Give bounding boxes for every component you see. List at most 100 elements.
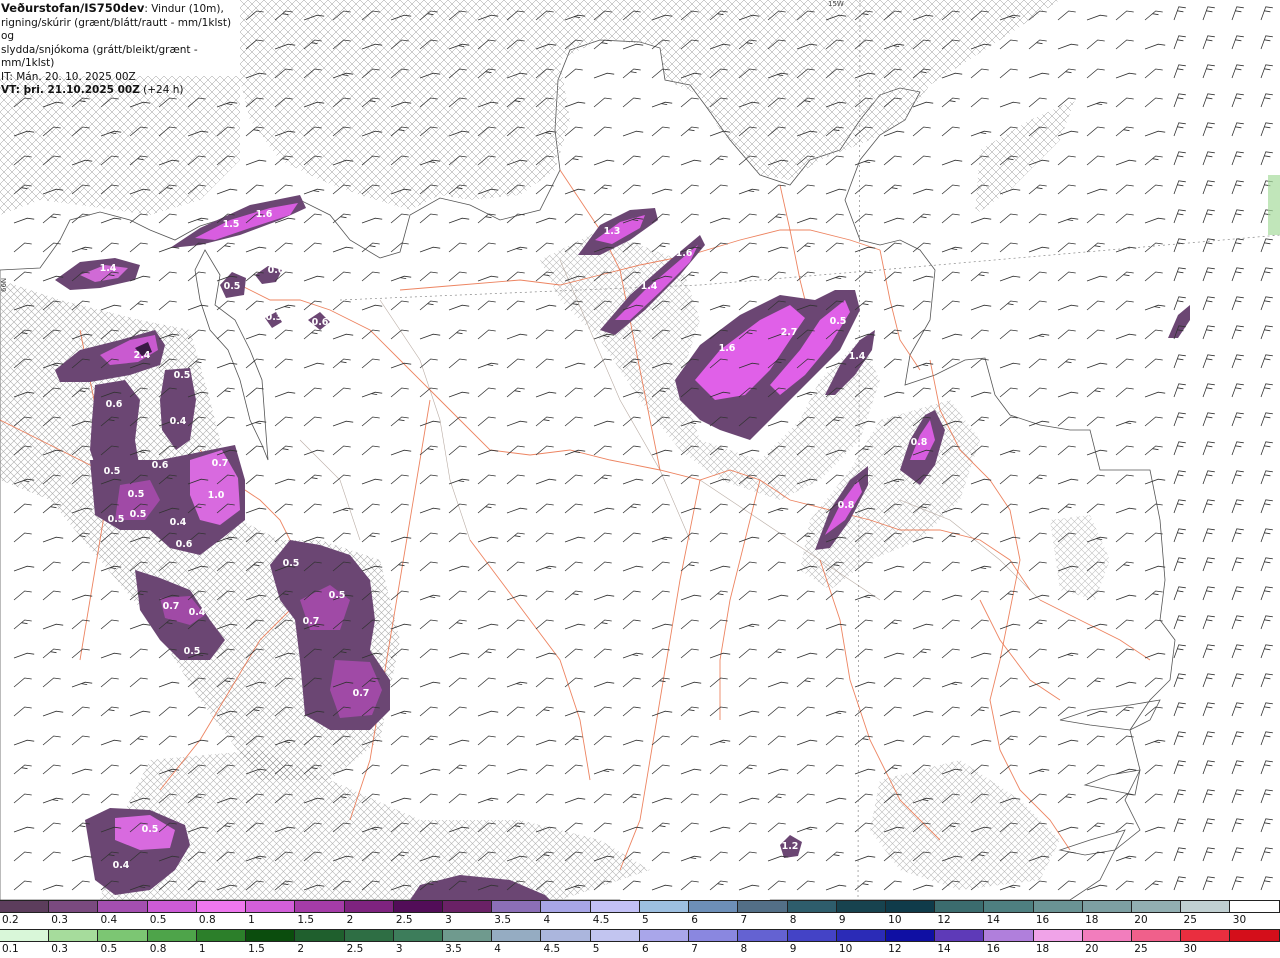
legend-label: 8 <box>740 943 748 955</box>
legend-swatch <box>147 930 197 941</box>
legend-label: 10 <box>888 914 902 926</box>
legend-swatch <box>1082 930 1133 941</box>
legend-swatch <box>984 930 1034 941</box>
legend-label: 6 <box>642 943 649 955</box>
precip-value: 0.4 <box>170 416 187 427</box>
legend-swatch <box>246 930 296 941</box>
legend-label: 4.5 <box>543 943 561 955</box>
legend-label: 2 <box>346 914 354 926</box>
legend-swatch <box>541 901 591 912</box>
legend-swatch <box>1132 930 1182 941</box>
legend-label: 20 <box>1134 914 1148 926</box>
precip-value: 0.5 <box>128 489 145 500</box>
precip-value: 0.7 <box>353 688 370 699</box>
precip-value: 0.5 <box>130 509 147 520</box>
legend-swatch <box>442 901 493 912</box>
map-title: Veðurstofan/IS750dev <box>1 1 145 15</box>
rain-legend-labels: 0.1 0.3 0.5 0.8 1 1.5 2 2.5 3 3.5 4 4.5 5 6 7 8 9 10 12 14 1… <box>0 943 1280 957</box>
legend-label: 1 <box>248 914 255 926</box>
rain-legend-swatches <box>0 929 1280 942</box>
legend-swatch <box>836 901 886 912</box>
precip-value: 0.3 <box>266 312 283 323</box>
legend-swatch <box>541 930 591 941</box>
legend-label: 1.5 <box>248 943 265 955</box>
legend-label: 4 <box>494 943 501 955</box>
legend-swatch <box>98 901 148 912</box>
legend-swatch <box>246 901 296 912</box>
map-title-suffix: : Vindur (10m), <box>144 3 224 15</box>
precip-value: 1.4 <box>641 281 658 292</box>
legend-label: 5 <box>642 914 649 926</box>
legend-label: 0.8 <box>149 943 167 955</box>
legend-label: 4 <box>543 914 551 926</box>
legend-swatch <box>689 901 739 912</box>
legend-label: 3 <box>445 914 452 926</box>
legend-swatch <box>295 930 345 941</box>
precip-value: 0.6 <box>106 399 123 410</box>
legend-swatch <box>738 930 788 941</box>
legend-label: 18 <box>1035 943 1050 955</box>
legend-label: 30 <box>1232 914 1247 926</box>
legend-swatch <box>1082 901 1133 912</box>
legend-swatch <box>984 901 1034 912</box>
precip-value: 0.4 <box>170 517 187 528</box>
legend-label: 8 <box>789 914 797 926</box>
legend-label: 7 <box>691 943 698 955</box>
precip-value: 0.4 <box>113 860 130 871</box>
legend-swatch <box>0 901 50 912</box>
legend-label: 0.4 <box>100 914 118 926</box>
legend-label: 16 <box>986 943 1000 955</box>
longitude-label: 15W <box>828 0 844 8</box>
legend-swatch <box>885 901 936 912</box>
legend-label: 10 <box>838 943 853 955</box>
snow-legend-labels: 0.2 0.3 0.4 0.5 0.8 1 1.5 2 2.5 3 3.5 4 4.5 5 6 7 8 9 10 12… <box>0 914 1280 928</box>
precip-value: 0.5 <box>174 370 191 381</box>
legend-swatch <box>1230 930 1280 941</box>
legend-swatch <box>344 901 394 912</box>
precip-value: 1.6 <box>256 209 273 220</box>
rain-area <box>1268 175 1280 235</box>
legend-label: 4.5 <box>592 914 610 926</box>
precip-value: 1.5 <box>223 219 240 230</box>
legend-swatch <box>49 901 99 912</box>
legend-swatch <box>393 901 443 912</box>
legend-label: 20 <box>1085 943 1099 955</box>
precip-value: 1.3 <box>604 226 621 237</box>
legend-label: 12 <box>937 914 951 926</box>
legend-label: 0.1 <box>2 943 19 955</box>
precip-value: 0.5 <box>104 466 121 477</box>
legend-label: 2.5 <box>346 943 364 955</box>
snow-legend: 0.2 0.3 0.4 0.5 0.8 1 1.5 2 2.5 3 3.5 4 4.5 5 6 7 8 9 10 12… <box>0 900 1280 929</box>
legend-swatch <box>1033 901 1083 912</box>
legend-swatch <box>1181 901 1231 912</box>
legend-swatch <box>295 901 345 912</box>
legend-label: 0.3 <box>51 943 68 955</box>
legend-label: 0.3 <box>51 914 68 926</box>
precip-value: 0.5 <box>184 646 201 657</box>
legend-swatch <box>1181 930 1231 941</box>
precip-value: 0.5 <box>108 514 125 525</box>
legend-swatch <box>639 901 690 912</box>
precip-value: 0.7 <box>303 616 320 627</box>
precip-value: 1.6 <box>719 343 736 354</box>
precip-value: 0.5 <box>283 558 300 569</box>
legend-swatch <box>590 901 640 912</box>
legend-swatch <box>492 930 542 941</box>
legend-swatch <box>787 901 837 912</box>
map-description-line-3: slydda/snjókoma (grátt/bleikt/grænt - mm… <box>1 43 198 70</box>
legend-swatch <box>1230 901 1280 912</box>
legend-label: 2 <box>297 943 305 955</box>
precipitation-wind-map: 1.4 1.5 1.6 0.5 0.6 0.3 0.6 2.4 0.5 0.6 … <box>0 0 1280 900</box>
legend-swatch <box>885 930 936 941</box>
precip-value: 0.5 <box>830 316 847 327</box>
precip-value: 1.6 <box>676 248 693 259</box>
legend-label: 25 <box>1183 914 1197 926</box>
precip-value: 0.6 <box>152 460 169 471</box>
precip-value: 0.6 <box>268 265 285 276</box>
legend-swatch <box>492 901 542 912</box>
legend-label: 0.2 <box>2 914 19 926</box>
legend-label: 6 <box>691 914 698 926</box>
legend-swatch <box>1033 930 1083 941</box>
legend-swatch <box>98 930 148 941</box>
legend-label: 7 <box>740 914 748 926</box>
